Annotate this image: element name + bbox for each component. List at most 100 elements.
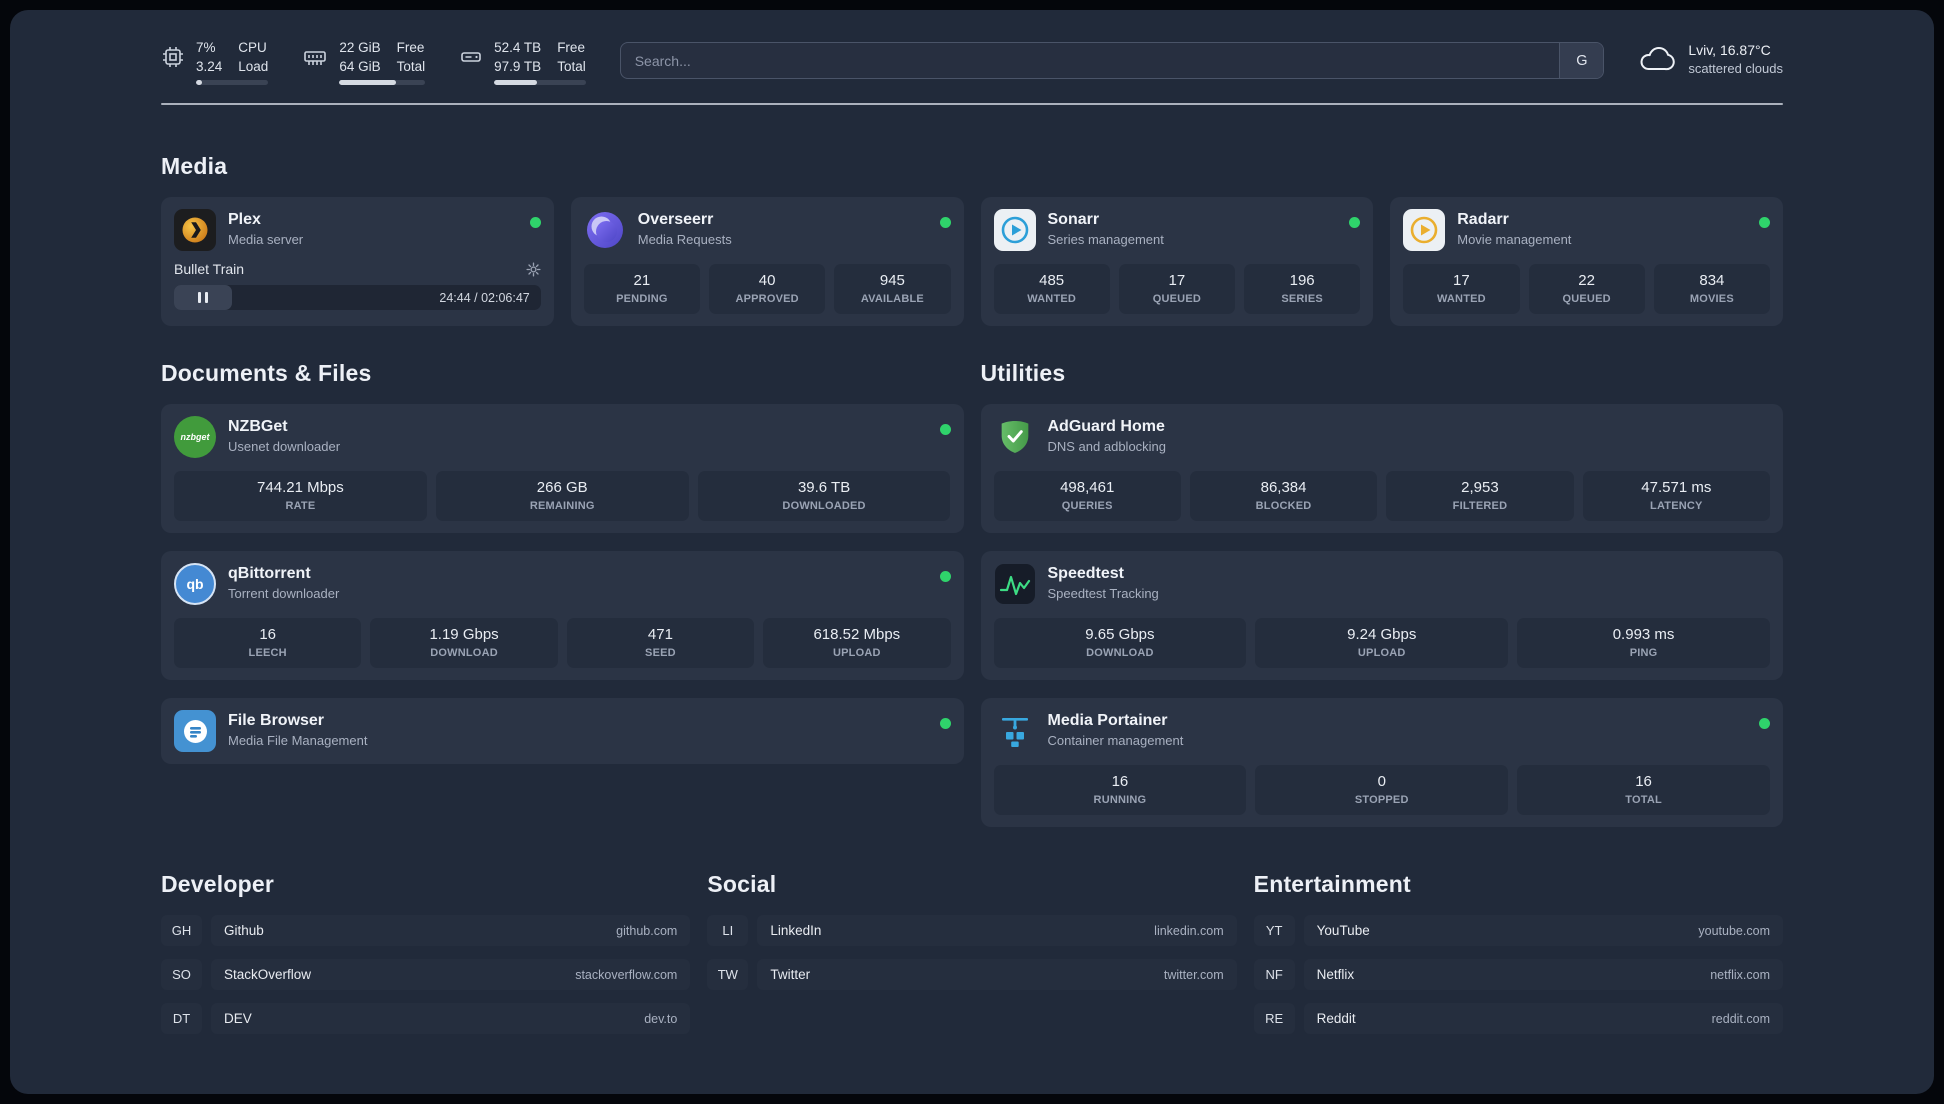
bookmark-url: reddit.com (1711, 1011, 1770, 1026)
media-section: Media Plex Media server Bullet Train 24:… (161, 153, 1783, 327)
radarr-icon (1403, 209, 1446, 252)
disk-free-label: Free (557, 40, 585, 55)
dashboard-panel: 7% 3.24 CPU Load 22 GiB 64 GiB Free Tota… (10, 10, 1934, 1094)
status-dot (1759, 718, 1770, 730)
app-titles: Plex Media server (228, 209, 518, 251)
section-title-social: Social (707, 871, 777, 898)
stat-value: 22 (1578, 272, 1595, 290)
bookmark-url: linkedin.com (1154, 923, 1224, 938)
search-input[interactable] (620, 43, 1560, 78)
stat-running: 16 RUNNING (993, 765, 1247, 816)
stat-queued: 22 QUEUED (1528, 264, 1645, 315)
stat-value: 0.993 ms (1612, 626, 1675, 644)
filebrowser-card[interactable]: File Browser Media File Management (161, 698, 964, 765)
bookmark-url: github.com (616, 923, 678, 938)
bookmark-url: youtube.com (1698, 923, 1770, 938)
bookmark-abbr: SO (161, 959, 202, 991)
status-dot (939, 217, 951, 229)
app-subtitle: Movie management (1457, 232, 1572, 248)
status-dot (1759, 217, 1770, 229)
status-dot (939, 424, 951, 436)
stat-ping: 0.993 ms PING (1517, 618, 1770, 669)
section-title-media: Media (161, 153, 228, 180)
bookmark-github[interactable]: GH Github github.com (161, 915, 691, 947)
bookmark-group-entertainment: Entertainment YT YouTube youtube.com NF … (1253, 871, 1783, 1035)
bookmark-netflix[interactable]: NF Netflix netflix.com (1253, 959, 1783, 991)
bookmark-group-social: Social LI LinkedIn linkedin.com TW Twitt… (707, 871, 1237, 991)
stat-value: 16 (259, 626, 277, 644)
cpu-percent: 7% (196, 40, 216, 55)
weather-condition: scattered clouds (1688, 61, 1783, 76)
app-titles: Speedtest Speedtest Tracking (1048, 563, 1771, 605)
stat-value: 834 (1699, 272, 1725, 290)
overseerr-card[interactable]: Overseerr Media Requests 21 PENDING 40 A… (570, 197, 964, 327)
speedtest-card[interactable]: Speedtest Speedtest Tracking 9.65 Gbps D… (980, 551, 1783, 681)
bookmark-stackoverflow[interactable]: SO StackOverflow stackoverflow.com (161, 959, 691, 991)
speedtest-icon (994, 563, 1036, 605)
app-titles: Overseerr Media Requests (638, 209, 928, 251)
section-title-developer: Developer (161, 871, 275, 898)
pause-icon[interactable] (197, 292, 209, 304)
stat-value: 47.571 ms (1641, 479, 1712, 497)
stat-label: BLOCKED (1255, 500, 1312, 513)
app-titles: File Browser Media File Management (228, 710, 928, 752)
cpu-load-value: 3.24 (196, 58, 223, 74)
bookmark-name: Github (224, 923, 264, 939)
bookmark-youtube[interactable]: YT YouTube youtube.com (1253, 915, 1783, 947)
header-divider (161, 103, 1783, 106)
gear-icon[interactable] (526, 261, 541, 277)
stat-value: 21 (633, 272, 651, 290)
stat-value: 618.52 Mbps (813, 626, 901, 644)
app-name: qBittorrent (228, 565, 311, 583)
cpu-icon (161, 45, 185, 85)
nzbget-card[interactable]: nzbget NZBGet Usenet downloader 744.21 M… (161, 404, 964, 534)
bookmark-abbr: RE (1253, 1003, 1295, 1035)
bookmark-name: YouTube (1316, 923, 1370, 939)
bookmark-url: twitter.com (1163, 967, 1224, 982)
search-engine-button[interactable]: G (1559, 43, 1604, 78)
stat-upload: 9.24 Gbps UPLOAD (1255, 618, 1509, 669)
stat-label: WANTED (1027, 293, 1077, 306)
sonarr-card[interactable]: Sonarr Series management 485 WANTED 17 Q… (980, 197, 1374, 327)
bookmark-dev[interactable]: DT DEV dev.to (161, 1003, 691, 1035)
portainer-icon (994, 710, 1036, 752)
stat-latency: 47.571 ms LATENCY (1582, 471, 1770, 522)
stat-label: SEED (645, 647, 676, 660)
memory-usage-fill (339, 80, 396, 86)
stat-remaining: 266 GB REMAINING (435, 471, 689, 522)
bookmark-linkedin[interactable]: LI LinkedIn linkedin.com (707, 915, 1237, 947)
stat-label: UPLOAD (1357, 647, 1406, 660)
qbittorrent-card[interactable]: qb qBittorrent Torrent downloader 16 LEE… (161, 551, 964, 681)
app-name: Speedtest (1047, 565, 1124, 583)
status-dot (1349, 217, 1361, 229)
utilities-column: Utilities AdGuard Home DNS and adblockin… (980, 360, 1783, 828)
now-playing-title: Bullet Train (174, 261, 245, 278)
stat-total: 16 TOTAL (1517, 765, 1770, 816)
weather-widget: Lviv, 16.87°C scattered clouds (1638, 42, 1783, 76)
app-subtitle: Media Requests (637, 232, 732, 248)
portainer-card[interactable]: Media Portainer Container management 16 … (980, 698, 1783, 828)
adguard-card[interactable]: AdGuard Home DNS and adblocking 498,461 … (980, 404, 1783, 534)
app-titles: Sonarr Series management (1048, 209, 1338, 251)
radarr-card[interactable]: Radarr Movie management 17 WANTED 22 QUE… (1390, 197, 1783, 327)
section-title-entertainment: Entertainment (1253, 871, 1411, 898)
bookmark-name: Netflix (1316, 967, 1355, 983)
bookmark-twitter[interactable]: TW Twitter twitter.com (707, 959, 1237, 991)
bookmark-name: DEV (224, 1011, 252, 1027)
app-name: Media Portainer (1047, 712, 1168, 730)
stat-queued: 17 QUEUED (1118, 264, 1235, 315)
app-titles: Media Portainer Container management (1048, 710, 1748, 752)
bookmark-abbr: NF (1253, 959, 1295, 991)
plex-card[interactable]: Plex Media server Bullet Train 24:44 / 0… (161, 197, 554, 327)
bookmark-reddit[interactable]: RE Reddit reddit.com (1253, 1003, 1783, 1035)
status-dot (529, 217, 541, 229)
playback-progress-bar[interactable]: 24:44 / 02:06:47 (174, 285, 541, 311)
search-bar: G (619, 42, 1605, 79)
stat-label: UPLOAD (832, 647, 881, 660)
stat-label: DOWNLOADED (782, 500, 866, 513)
stat-movies: 834 MOVIES (1653, 264, 1770, 315)
cpu-monitor: 7% 3.24 CPU Load (161, 40, 269, 86)
stat-value: 17 (1453, 272, 1470, 290)
stat-value: 17 (1168, 272, 1186, 290)
stat-label: WANTED (1436, 293, 1486, 306)
